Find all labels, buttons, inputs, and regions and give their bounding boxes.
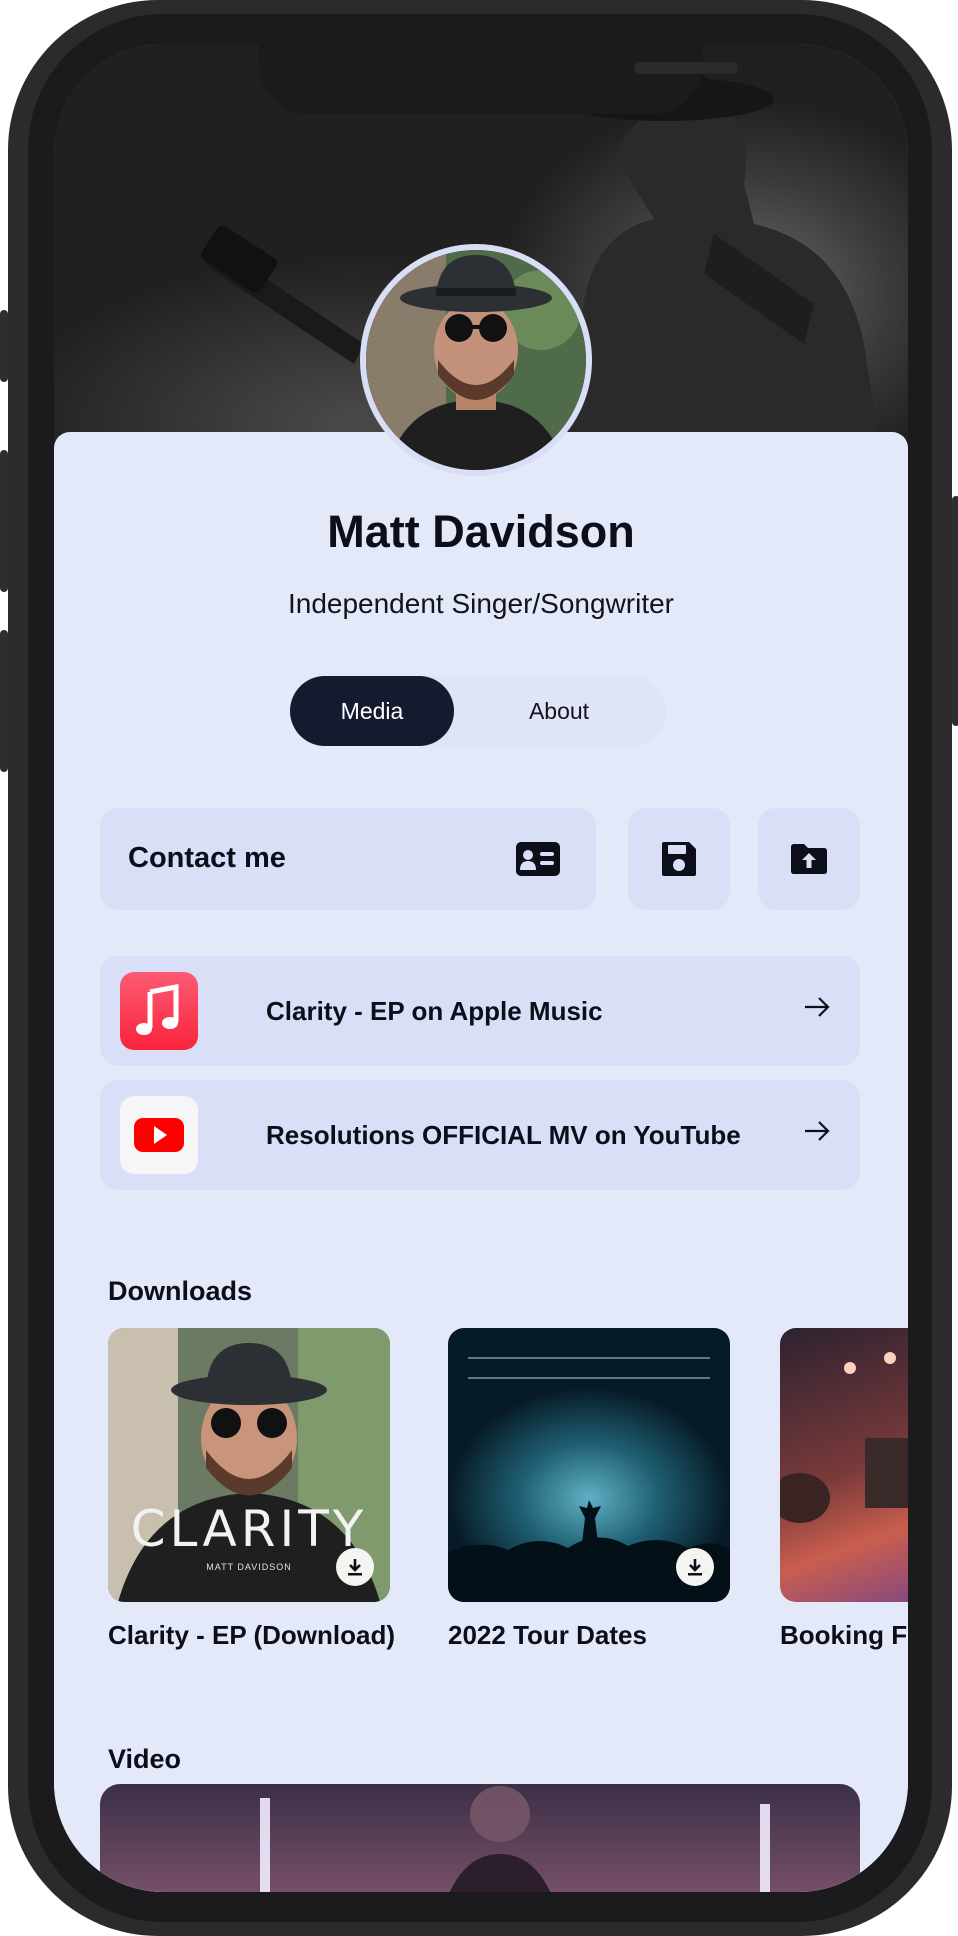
video-thumbnail[interactable] — [100, 1784, 860, 1892]
share-upload-button[interactable] — [758, 808, 860, 910]
contact-me-label: Contact me — [128, 842, 286, 874]
save-contact-button[interactable] — [628, 808, 730, 910]
tab-about[interactable]: About — [484, 676, 634, 746]
download-label: 2022 Tour Dates — [448, 1620, 647, 1650]
download-item[interactable]: CLARITY MATT DAVIDSON Clarity - EP (Down… — [108, 1328, 395, 1650]
tab-media[interactable]: Media — [290, 676, 454, 746]
silent-switch — [0, 310, 8, 382]
screen: Matt Davidson Independent Singer/Songwri… — [54, 44, 908, 1892]
download-thumbnail: CLARITY MATT DAVIDSON — [108, 1328, 390, 1602]
link-youtube[interactable]: Resolutions OFFICIAL MV on YouTube — [100, 1080, 860, 1190]
downloads-heading: Downloads — [108, 1276, 253, 1306]
download-icon[interactable] — [336, 1548, 374, 1586]
youtube-icon — [120, 1096, 198, 1174]
contact-card-icon — [516, 842, 560, 881]
profile-avatar — [360, 244, 592, 476]
video-heading: Video — [108, 1744, 182, 1774]
link-apple-music[interactable]: Clarity - EP on Apple Music — [100, 956, 860, 1066]
power-button — [952, 496, 958, 726]
apple-music-icon — [120, 972, 198, 1050]
volume-down-button — [0, 630, 8, 772]
profile-subtitle: Independent Singer/Songwriter — [287, 588, 675, 619]
contact-me-button[interactable]: Contact me — [100, 808, 596, 910]
floppy-disk-icon — [662, 842, 696, 876]
download-icon[interactable] — [676, 1548, 714, 1586]
download-label: Booking Fo — [780, 1620, 908, 1650]
profile-name: Matt Davidson — [327, 506, 635, 557]
link-youtube-label: Resolutions OFFICIAL MV on YouTube — [266, 1120, 741, 1150]
camera-notch — [259, 44, 738, 114]
arrow-right-icon — [804, 996, 830, 1023]
volume-up-button — [0, 450, 8, 592]
arrow-right-icon — [804, 1120, 830, 1147]
download-label: Clarity - EP (Download) — [108, 1620, 395, 1650]
download-item[interactable]: 2022 Tour Dates — [448, 1328, 730, 1650]
folder-upload-icon — [791, 844, 827, 874]
download-thumbnail — [448, 1328, 730, 1602]
download-thumbnail — [780, 1328, 908, 1602]
download-item[interactable]: Booking Fo — [780, 1328, 908, 1650]
link-apple-music-label: Clarity - EP on Apple Music — [266, 996, 603, 1026]
tab-switcher: Media About — [290, 676, 666, 746]
earpiece-speaker — [634, 62, 738, 74]
